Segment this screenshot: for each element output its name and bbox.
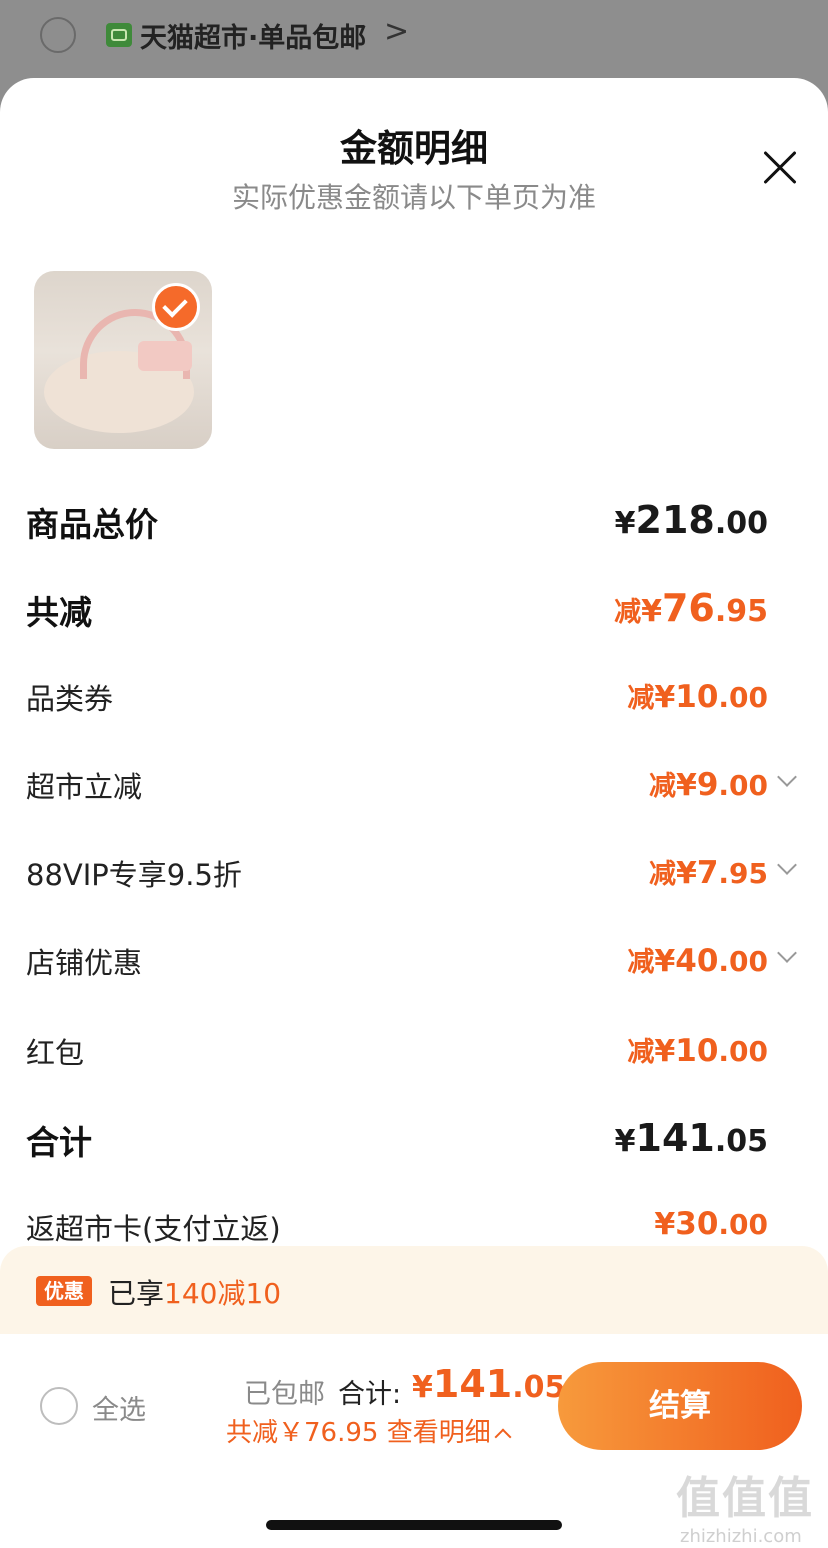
- row-value: ¥141.05: [614, 1116, 768, 1160]
- row-value: ¥30.00: [654, 1206, 768, 1242]
- total-amount: ¥141.05: [412, 1362, 566, 1406]
- row-label: 品类券: [26, 682, 114, 716]
- row-label: 合计: [26, 1123, 92, 1162]
- close-icon[interactable]: [760, 148, 800, 188]
- home-indicator[interactable]: [266, 1520, 562, 1530]
- site-watermark: 值值值 zhizhizhi.com: [676, 1473, 814, 1547]
- total-label: 合计:: [338, 1379, 402, 1410]
- row-store-discount[interactable]: 店铺优惠 减¥40.00: [26, 940, 797, 1000]
- sheet-subtitle: 实际优惠金额请以下单页为准: [231, 181, 596, 214]
- row-value: 减¥7.95: [648, 855, 768, 891]
- row-value: 减¥76.95: [614, 586, 768, 630]
- select-all-radio[interactable]: [40, 1387, 78, 1425]
- promo-tag-badge: 优惠: [36, 1276, 92, 1306]
- row-label: 超市立减: [26, 770, 143, 804]
- row-red-packet: 红包 减¥10.00: [26, 1030, 768, 1090]
- tmall-supermarket-logo-icon: [106, 23, 132, 47]
- row-label: 店铺优惠: [26, 946, 143, 980]
- row-label: 返超市卡(支付立返): [26, 1212, 281, 1246]
- row-total-reduced: 共减 减¥76.95: [26, 586, 768, 646]
- store-name[interactable]: 天猫超市·单品包邮: [140, 16, 366, 55]
- row-value: 减¥10.00: [627, 1033, 768, 1069]
- free-shipping-label: 已包邮: [244, 1379, 325, 1410]
- row-value: 减¥40.00: [627, 943, 768, 979]
- piano-shape: [138, 341, 192, 371]
- row-label: 88VIP专享9.5折: [26, 858, 242, 892]
- select-all-label[interactable]: 全选: [92, 1388, 146, 1427]
- row-value: 减¥9.00: [648, 767, 768, 803]
- row-label: 商品总价: [26, 505, 158, 544]
- row-label: 共减: [26, 593, 92, 632]
- row-goods-total: 商品总价 ¥218.00: [26, 498, 768, 558]
- view-detail-link[interactable]: 共减￥76.95 查看明细: [226, 1412, 512, 1449]
- selected-check-icon[interactable]: [152, 283, 200, 331]
- row-supermarket-discount[interactable]: 超市立减 减¥9.00: [26, 764, 797, 824]
- row-value: ¥218.00: [614, 498, 768, 542]
- chevron-up-icon: [494, 1428, 512, 1446]
- row-category-coupon: 品类券 减¥10.00: [26, 676, 768, 736]
- chevron-right-icon[interactable]: >: [384, 14, 409, 49]
- row-subtotal: 合计 ¥141.05: [26, 1116, 768, 1176]
- store-select-radio[interactable]: [40, 17, 76, 53]
- row-88vip-discount[interactable]: 88VIP专享9.5折 减¥7.95: [26, 852, 797, 912]
- store-header: 天猫超市·单品包邮 >: [0, 0, 828, 78]
- sheet-title: 金额明细: [340, 127, 488, 170]
- promo-text: 已享140减10: [108, 1277, 282, 1310]
- row-value: 减¥10.00: [627, 679, 768, 715]
- row-label: 红包: [26, 1036, 85, 1070]
- checkout-button[interactable]: 结算: [558, 1362, 802, 1450]
